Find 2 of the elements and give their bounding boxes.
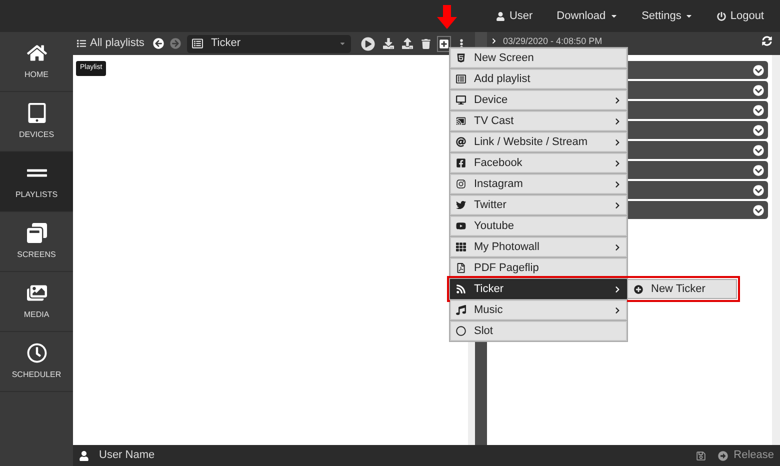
user-name: User Name: [99, 448, 156, 464]
date-label: 03/29/2020 - 4:08:50 PM: [503, 36, 602, 46]
